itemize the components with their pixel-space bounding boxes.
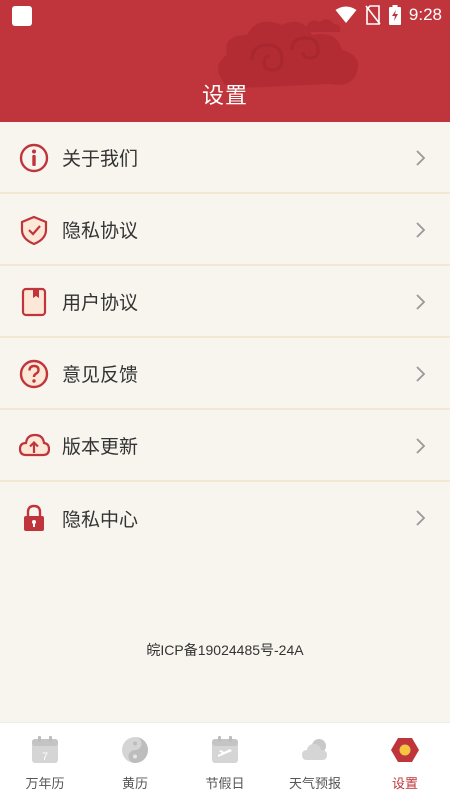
info-icon	[18, 142, 50, 174]
notification-icon	[12, 6, 32, 26]
tab-label: 黄历	[121, 777, 148, 792]
no-sim-icon	[365, 5, 381, 25]
tab-holidays[interactable]: 节假日	[180, 723, 270, 800]
calendar-day-number: 7	[42, 751, 48, 763]
icp-license-text[interactable]: 皖ICP备19024485号-24A	[0, 640, 450, 660]
tab-label: 设置	[391, 777, 418, 792]
menu-item-label: 版本更新	[62, 435, 139, 458]
chevron-right-icon	[416, 438, 426, 454]
bottom-tab-bar: 7 万年历 黄历 节假日 天气预报 设置	[0, 722, 450, 800]
chevron-right-icon	[416, 294, 426, 310]
weather-cloud-icon	[302, 739, 327, 760]
tab-label: 天气预报	[288, 777, 341, 792]
tab-label: 万年历	[25, 777, 65, 792]
settings-menu: 关于我们 隐私协议 用户协议 意见反馈 版本更新 隐私中心	[0, 122, 450, 554]
menu-item-label: 意见反馈	[62, 363, 139, 386]
battery-charging-icon	[388, 5, 401, 25]
menu-item-privacy-policy[interactable]: 隐私协议	[0, 194, 450, 266]
question-icon	[18, 358, 50, 390]
holiday-icon	[212, 736, 238, 763]
document-icon	[18, 286, 50, 318]
tab-weather[interactable]: 天气预报	[270, 723, 360, 800]
lock-icon	[18, 502, 50, 534]
menu-item-privacy-center[interactable]: 隐私中心	[0, 482, 450, 554]
menu-item-label: 用户协议	[62, 291, 139, 314]
tab-perpetual-calendar[interactable]: 7 万年历	[0, 723, 90, 800]
tab-label: 节假日	[205, 777, 245, 792]
chevron-right-icon	[416, 222, 426, 238]
menu-item-feedback[interactable]: 意见反馈	[0, 338, 450, 410]
calendar-icon: 7	[32, 736, 58, 763]
yin-yang-icon	[122, 737, 148, 763]
status-time: 9:28	[408, 5, 442, 24]
tab-almanac[interactable]: 黄历	[90, 723, 180, 800]
page-title: 设置	[201, 84, 248, 109]
menu-item-version-update[interactable]: 版本更新	[0, 410, 450, 482]
chevron-right-icon	[416, 366, 426, 382]
menu-item-label: 隐私协议	[62, 219, 139, 242]
header: 9:28 设置	[0, 0, 450, 122]
menu-item-user-agreement[interactable]: 用户协议	[0, 266, 450, 338]
chevron-right-icon	[416, 510, 426, 526]
settings-hexagon-icon	[391, 738, 419, 762]
cloud-upload-icon	[18, 430, 50, 462]
menu-item-label: 关于我们	[62, 147, 139, 170]
menu-item-about-us[interactable]: 关于我们	[0, 122, 450, 194]
shield-check-icon	[18, 214, 50, 246]
chevron-right-icon	[416, 150, 426, 166]
menu-item-label: 隐私中心	[62, 508, 139, 531]
tab-settings[interactable]: 设置	[360, 723, 450, 800]
